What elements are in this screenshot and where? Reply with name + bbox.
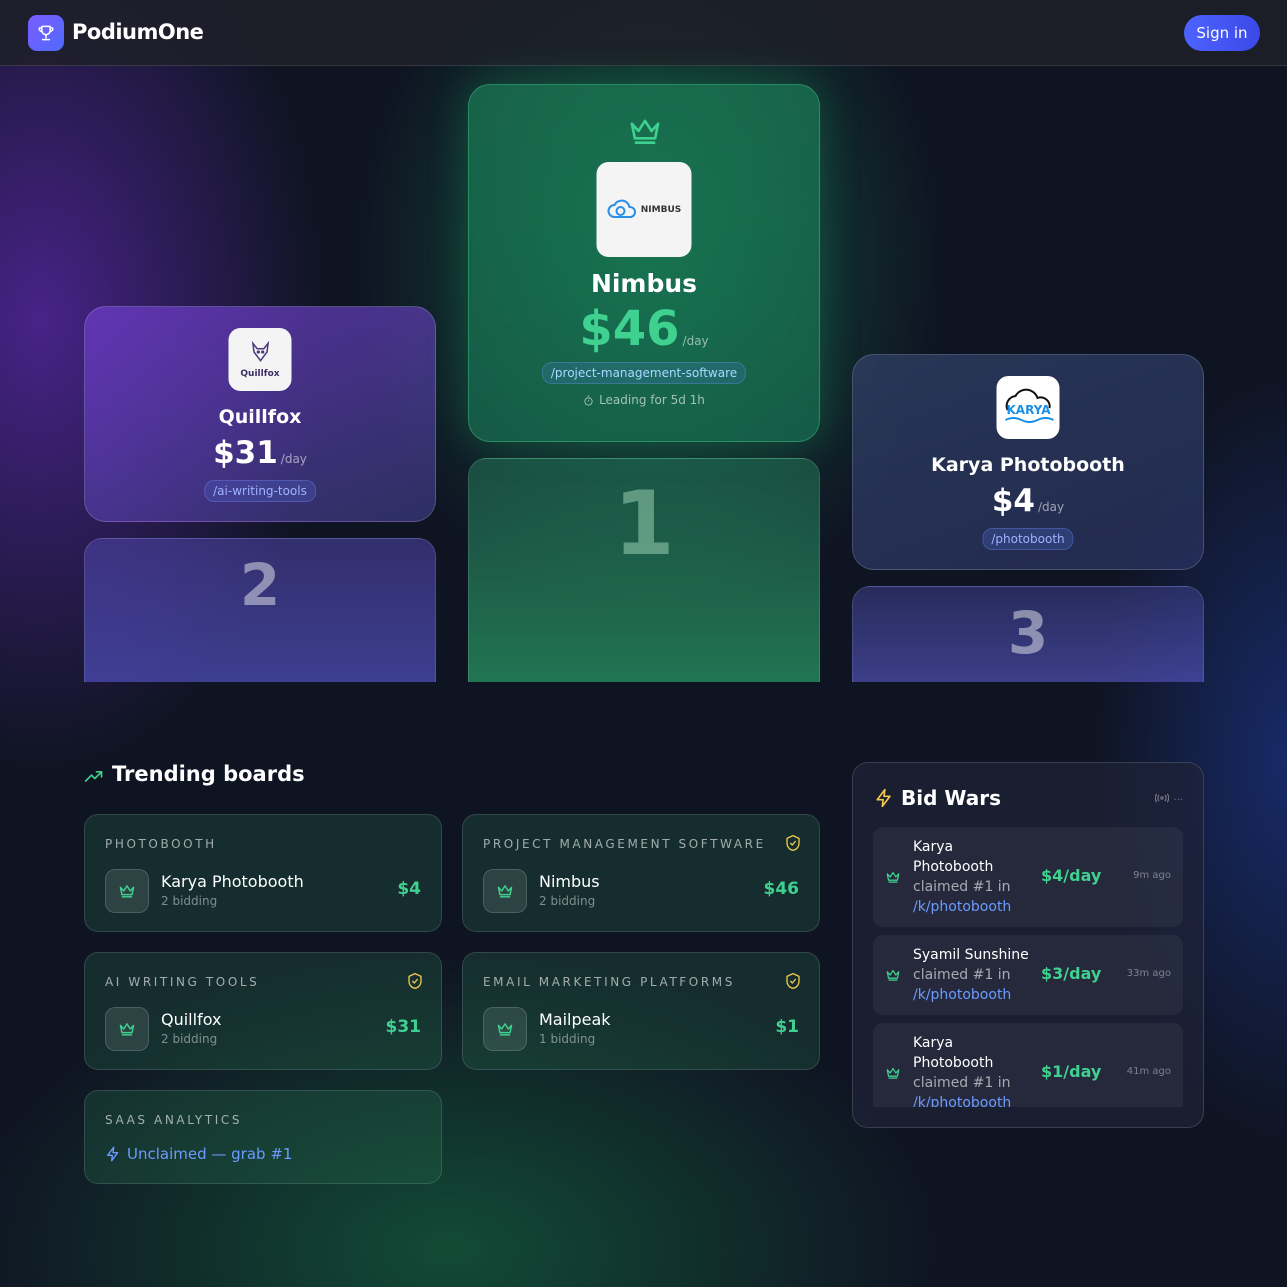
podium-first-slug[interactable]: /project-management-software — [541, 362, 747, 384]
crown-icon — [885, 967, 901, 986]
board-leader-name: Nimbus — [539, 872, 600, 891]
podium-second-name: Quillfox — [218, 406, 302, 428]
shield-check-icon — [785, 834, 801, 856]
bid-war-time: 9m ago — [1133, 870, 1171, 881]
top-bar: PodiumOne Sign in — [0, 0, 1287, 66]
board-price: $4 — [397, 879, 421, 899]
board-bidding-count: 1 bidding — [539, 1032, 596, 1046]
bid-war-amount: $1/day — [1041, 1062, 1102, 1081]
podium-first-name: Nimbus — [590, 269, 698, 298]
crown-icon — [483, 1007, 527, 1051]
podium-base-third: 3 — [852, 586, 1204, 682]
crown-icon — [627, 115, 663, 151]
crown-icon — [105, 1007, 149, 1051]
quillfox-logo: Quillfox — [228, 328, 292, 391]
board-leader-name: Quillfox — [161, 1010, 222, 1029]
shield-check-icon — [785, 972, 801, 994]
podium-card-second[interactable]: Quillfox Quillfox $31 /day /ai-writing-t… — [84, 306, 436, 522]
sign-in-button[interactable]: Sign in — [1184, 15, 1260, 51]
bid-war-description: Karya Photobooth claimed #1 in /k/photob… — [913, 839, 1012, 915]
crown-icon — [885, 869, 901, 888]
board-category: EMAIL MARKETING PLATFORMS — [483, 975, 735, 989]
nimbus-logo: NIMBUS — [596, 162, 692, 257]
crown-icon — [885, 1065, 901, 1084]
board-category: PHOTOBOOTH — [105, 837, 217, 851]
svg-text:KARYA: KARYA — [1006, 403, 1051, 417]
timer-icon — [584, 394, 593, 406]
bid-war-item[interactable]: Karya Photobooth claimed #1 in /k/photob… — [873, 827, 1183, 927]
board-price: $46 — [763, 879, 800, 899]
board-price: $31 — [385, 1017, 422, 1037]
podium-base-first: 1 — [468, 458, 820, 682]
live-indicator: ... — [1155, 792, 1183, 803]
leading-duration: Leading for 5d 1h — [469, 393, 819, 407]
bolt-icon — [107, 1146, 119, 1162]
board-price: $1 — [775, 1017, 799, 1037]
trending-up-icon — [84, 767, 104, 789]
podium-third-slug[interactable]: /photobooth — [982, 528, 1074, 550]
bid-war-time: 41m ago — [1126, 1066, 1171, 1077]
bid-wars-title: Bid Wars — [901, 786, 1001, 810]
crown-icon — [105, 869, 149, 913]
board-bidding-count: 2 bidding — [161, 1032, 218, 1046]
bid-war-description: Syamil Sunshine claimed #1 in /k/photobo… — [913, 947, 1029, 1003]
trending-title: Trending boards — [112, 762, 305, 786]
broadcast-icon — [1155, 793, 1170, 802]
board-category: PROJECT MANAGEMENT SOFTWARE — [483, 837, 766, 851]
bolt-icon — [874, 788, 894, 812]
trending-board-card[interactable]: AI WRITING TOOLS Quillfox 2 bidding $31 — [84, 952, 442, 1070]
shield-check-icon — [407, 972, 423, 994]
podium-third-name: Karya Photobooth — [931, 454, 1125, 476]
trending-board-card[interactable]: PROJECT MANAGEMENT SOFTWARE Nimbus 2 bid… — [462, 814, 820, 932]
trending-board-card[interactable]: SAAS ANALYTICS Unclaimed — grab #1 — [84, 1090, 442, 1184]
podium-second-per: /day — [280, 452, 307, 466]
board-leader-name: Karya Photobooth — [161, 872, 304, 891]
podium-first-price: $46 — [579, 301, 680, 357]
podium-second-price: $31 — [213, 435, 278, 471]
board-category: SAAS ANALYTICS — [105, 1113, 243, 1127]
bid-war-item[interactable]: Syamil Sunshine claimed #1 in /k/photobo… — [873, 935, 1183, 1015]
podium-third-price: $4 — [991, 483, 1035, 519]
bid-war-amount: $4/day — [1041, 866, 1102, 885]
trending-board-card[interactable]: PHOTOBOOTH Karya Photobooth 2 bidding $4 — [84, 814, 442, 932]
podium-third-per: /day — [1038, 500, 1065, 514]
podium-base-second: 2 — [84, 538, 436, 682]
podium-second-slug[interactable]: /ai-writing-tools — [204, 480, 316, 502]
bid-war-item[interactable]: Karya Photobooth claimed #1 in /k/photob… — [873, 1023, 1183, 1107]
bid-war-description: Karya Photobooth claimed #1 in /k/photob… — [913, 1035, 1012, 1107]
trophy-icon[interactable] — [28, 15, 64, 51]
crown-icon — [483, 869, 527, 913]
board-bidding-count: 2 bidding — [161, 894, 218, 908]
brand-name[interactable]: PodiumOne — [72, 20, 204, 44]
bid-war-amount: $3/day — [1041, 964, 1102, 983]
bid-wars-list[interactable]: Karya Photobooth claimed #1 in /k/photob… — [873, 827, 1183, 1107]
board-leader-name: Mailpeak — [539, 1010, 611, 1029]
karya-logo: KARYA — [996, 376, 1060, 439]
podium-first-per: /day — [682, 334, 709, 348]
bid-war-time: 33m ago — [1126, 968, 1171, 979]
podium-card-third[interactable]: KARYA Karya Photobooth $4 /day /photoboo… — [852, 354, 1204, 570]
board-category: AI WRITING TOOLS — [105, 975, 260, 989]
unclaimed-grab-link[interactable]: Unclaimed — grab #1 — [105, 1145, 292, 1163]
bid-wars-panel: Bid Wars ... Karya Photobooth claimed #1… — [852, 762, 1204, 1128]
board-bidding-count: 2 bidding — [539, 894, 596, 908]
podium-card-first[interactable]: NIMBUS Nimbus $46 /day /project-manageme… — [468, 84, 820, 442]
trending-board-card[interactable]: EMAIL MARKETING PLATFORMS Mailpeak 1 bid… — [462, 952, 820, 1070]
